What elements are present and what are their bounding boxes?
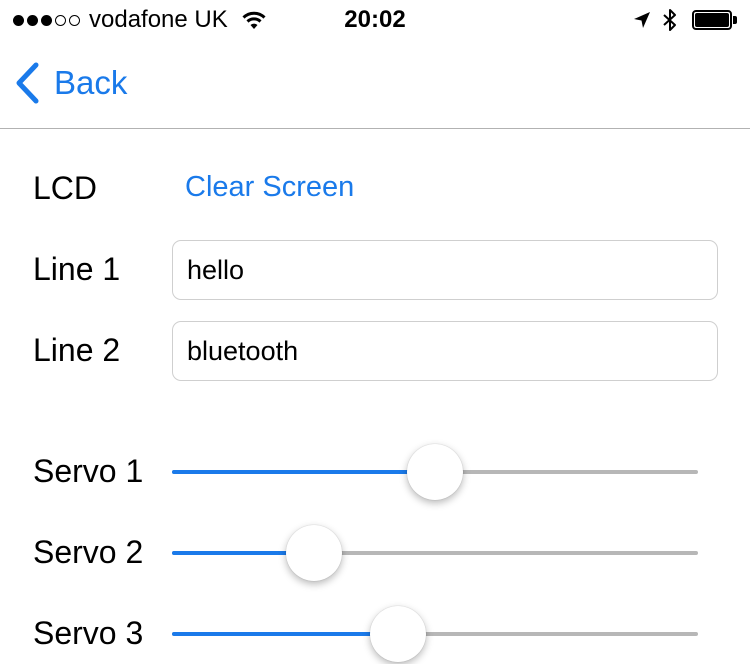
slider-track-fill — [172, 632, 398, 636]
slider-thumb[interactable] — [370, 606, 426, 662]
line1-input[interactable] — [172, 240, 718, 300]
status-bar: vodafone UK 20:02 — [0, 0, 750, 40]
servo2-label: Servo 2 — [33, 534, 144, 570]
slider-thumb[interactable] — [286, 525, 342, 581]
servo2-slider[interactable] — [172, 523, 698, 583]
battery-icon — [692, 10, 738, 30]
servo3-label: Servo 3 — [33, 615, 144, 651]
line2-input[interactable] — [172, 321, 718, 381]
slider-thumb[interactable] — [407, 444, 463, 500]
bluetooth-icon — [663, 9, 676, 31]
location-arrow-icon — [634, 12, 650, 28]
line1-label: Line 1 — [33, 251, 121, 287]
servo3-slider[interactable] — [172, 604, 698, 664]
line2-label: Line 2 — [33, 332, 121, 368]
chevron-left-icon — [16, 62, 39, 104]
servo1-slider[interactable] — [172, 442, 698, 502]
navigation-bar: Back — [0, 40, 750, 129]
servo1-label: Servo 1 — [33, 453, 144, 489]
slider-track-fill — [172, 470, 435, 474]
back-label: Back — [54, 64, 128, 101]
clear-screen-button[interactable]: Clear Screen — [185, 171, 354, 204]
back-button[interactable]: Back — [14, 62, 127, 104]
status-right-icons — [632, 8, 738, 32]
lcd-label: LCD — [33, 170, 98, 206]
